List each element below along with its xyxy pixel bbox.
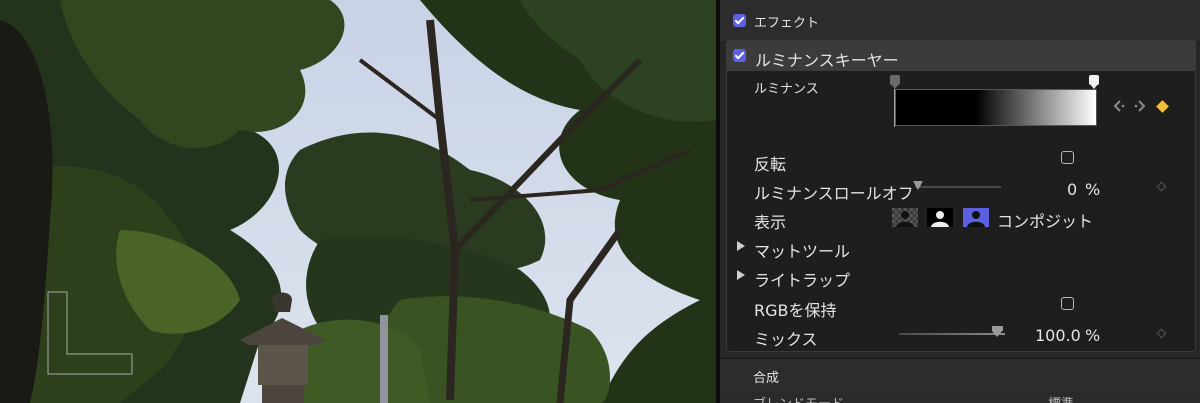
composite-view-icon[interactable] — [963, 208, 989, 227]
blend-mode-row: ブレンドモード 標準 — [720, 392, 1200, 403]
video-frame-image — [0, 0, 716, 403]
light-wrap-label[interactable]: ライトラップ — [754, 267, 850, 291]
mix-slider[interactable] — [899, 333, 1005, 335]
matte-view-icon[interactable] — [892, 208, 918, 227]
blend-mode-label: ブレンドモード — [753, 393, 844, 403]
rolloff-value[interactable]: 0 — [1067, 180, 1077, 199]
light-wrap-disclosure-triangle-icon[interactable] — [737, 270, 745, 280]
effects-checkbox[interactable] — [733, 14, 746, 27]
effects-label: エフェクト — [754, 16, 820, 31]
rolloff-slider[interactable] — [915, 186, 1001, 188]
luminance-label: ルミナンス — [754, 82, 819, 97]
luma-keyer-checkbox[interactable] — [733, 49, 746, 62]
rolloff-label: ルミナンスロールオフ — [754, 184, 914, 203]
matte-tools-disclosure-triangle-icon[interactable] — [737, 241, 745, 251]
mix-keyframe-button-icon[interactable] — [1156, 328, 1167, 339]
mix-label: ミックス — [754, 330, 818, 349]
luma-keyer-header[interactable]: ルミナンスキーヤー — [727, 41, 1195, 71]
compositing-section-header[interactable]: 合成 — [720, 358, 1200, 393]
matte-tools-label[interactable]: マットツール — [754, 238, 850, 262]
preserve-rgb-checkbox[interactable] — [1061, 297, 1074, 310]
luma-keyer-title: ルミナンスキーヤー — [755, 51, 899, 70]
blend-mode-select[interactable]: 標準 — [1048, 393, 1074, 403]
rolloff-unit: % — [1085, 180, 1101, 199]
luminance-black-handle[interactable] — [889, 75, 901, 127]
mix-unit: % — [1085, 326, 1101, 345]
preserve-rgb-label: RGBを保持 — [754, 301, 837, 320]
next-keyframe-icon[interactable] — [1134, 100, 1146, 112]
compositing-label: 合成 — [753, 371, 780, 386]
keyframe-diamond-icon[interactable] — [1156, 100, 1169, 113]
invert-label: 反転 — [754, 155, 787, 174]
rolloff-slider-knob[interactable] — [913, 181, 923, 190]
rolloff-keyframe-button-icon[interactable] — [1156, 181, 1167, 192]
mix-slider-knob[interactable] — [992, 326, 1003, 337]
mix-value[interactable]: 100.0 — [1035, 326, 1081, 345]
luminance-graph[interactable] — [895, 89, 1097, 126]
effects-section-header: エフェクト — [720, 0, 1200, 43]
previous-keyframe-icon[interactable] — [1113, 100, 1125, 112]
luminance-white-handle[interactable] — [1088, 75, 1100, 95]
view-label: 表示 — [754, 213, 787, 232]
invert-checkbox[interactable] — [1061, 151, 1074, 164]
view-mode-label: コンポジット — [997, 212, 1094, 231]
video-viewer[interactable] — [0, 0, 716, 403]
inspector-panel: エフェクト ルミナンスキーヤー ルミナンス 反転 ルミナンスロールオフ 0 % … — [720, 0, 1200, 403]
luma-keyer-panel: ルミナンスキーヤー ルミナンス 反転 ルミナンスロールオフ 0 % 表示 コンポ… — [726, 40, 1196, 352]
alpha-view-icon[interactable] — [927, 208, 953, 227]
